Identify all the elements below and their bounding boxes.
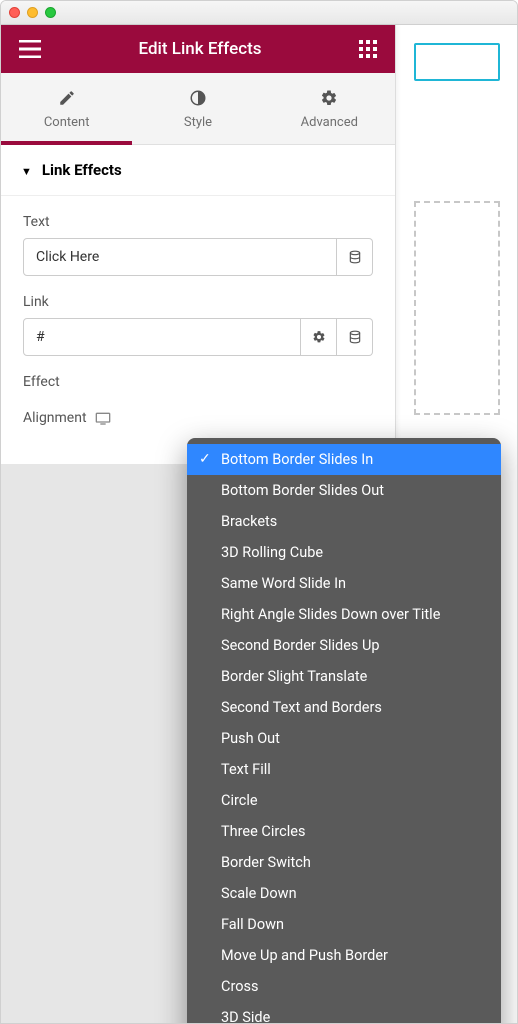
effect-option[interactable]: Brackets (187, 506, 501, 537)
tab-content[interactable]: Content (1, 73, 132, 144)
tab-label: Content (44, 115, 90, 130)
panel-title: Edit Link Effects (139, 39, 262, 59)
maximize-window-button[interactable] (45, 7, 56, 18)
tab-label: Style (184, 115, 212, 130)
section-title: Link Effects (42, 161, 122, 179)
effect-option[interactable]: Fall Down (187, 909, 501, 940)
close-window-button[interactable] (9, 7, 20, 18)
selected-widget-outline[interactable] (414, 43, 500, 81)
pencil-icon (1, 89, 132, 107)
field-label-link: Link (23, 294, 373, 310)
field-label-text: Text (23, 214, 373, 230)
drop-area-placeholder[interactable] (414, 201, 500, 415)
tab-label: Advanced (301, 115, 358, 130)
section-toggle-link-effects[interactable]: ▼ Link Effects (1, 145, 395, 196)
effect-option[interactable]: 3D Rolling Cube (187, 537, 501, 568)
gear-icon (264, 89, 395, 107)
effect-option[interactable]: Text Fill (187, 754, 501, 785)
effect-option[interactable]: Move Up and Push Border (187, 940, 501, 971)
link-options-button[interactable] (301, 318, 337, 356)
effect-option[interactable]: Three Circles (187, 816, 501, 847)
field-label-alignment: Alignment (23, 410, 87, 426)
effect-option[interactable]: Scale Down (187, 878, 501, 909)
effect-option[interactable]: Border Switch (187, 847, 501, 878)
responsive-icon[interactable] (95, 411, 111, 425)
text-input[interactable] (23, 238, 337, 276)
field-label-effect: Effect (23, 374, 60, 390)
field-link: Link (23, 294, 373, 356)
field-text: Text (23, 214, 373, 276)
effect-option[interactable]: Second Text and Borders (187, 692, 501, 723)
field-alignment: Alignment (23, 410, 373, 426)
controls-area: Text Link (1, 196, 395, 464)
dynamic-tags-button[interactable] (337, 318, 373, 356)
panel-header: Edit Link Effects (1, 25, 395, 73)
window-frame: Edit Link Effects Content Style (0, 0, 518, 1024)
field-effect: Effect (23, 374, 373, 390)
effect-option[interactable]: Cross (187, 971, 501, 1002)
effect-option[interactable]: Bottom Border Slides In (187, 444, 501, 475)
minimize-window-button[interactable] (27, 7, 38, 18)
effect-option[interactable]: Second Border Slides Up (187, 630, 501, 661)
link-input[interactable] (23, 318, 301, 356)
caret-down-icon: ▼ (21, 165, 32, 178)
effect-option[interactable]: Same Word Slide In (187, 568, 501, 599)
menu-button[interactable] (19, 40, 41, 58)
window-titlebar (1, 1, 517, 25)
tab-advanced[interactable]: Advanced (264, 73, 395, 144)
effect-option[interactable]: Right Angle Slides Down over Title (187, 599, 501, 630)
effect-option[interactable]: Circle (187, 785, 501, 816)
effect-option[interactable]: 3D Side (187, 1002, 501, 1024)
gear-icon (312, 330, 326, 344)
database-icon (348, 250, 362, 264)
effect-dropdown[interactable]: Bottom Border Slides InBottom Border Sli… (187, 438, 501, 1024)
database-icon (348, 330, 362, 344)
contrast-icon (132, 89, 263, 107)
tab-style[interactable]: Style (132, 73, 263, 144)
dynamic-tags-button[interactable] (337, 238, 373, 276)
effect-option[interactable]: Bottom Border Slides Out (187, 475, 501, 506)
panel-tabs: Content Style Advanced (1, 73, 395, 145)
effect-option[interactable]: Border Slight Translate (187, 661, 501, 692)
elements-grid-button[interactable] (359, 40, 377, 58)
effect-option[interactable]: Push Out (187, 723, 501, 754)
